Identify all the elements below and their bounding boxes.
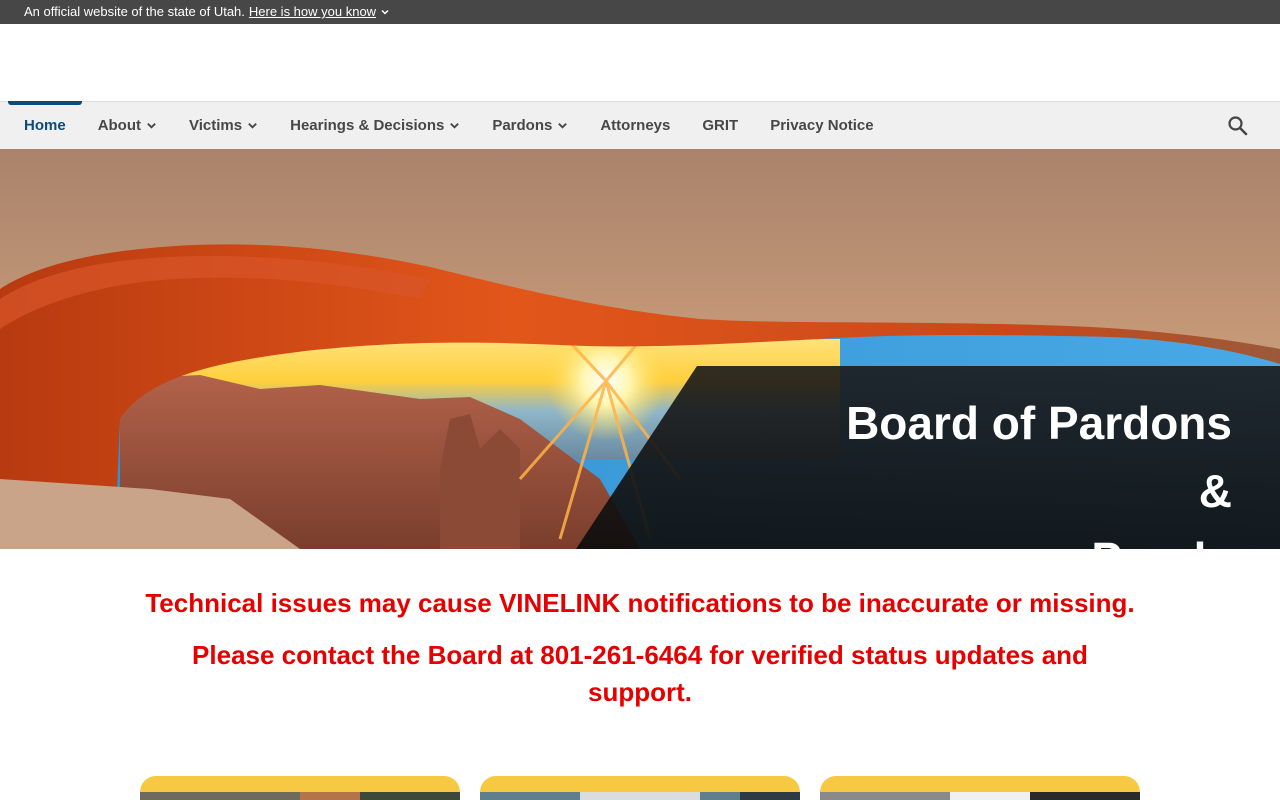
nav-label-victims: Victims <box>189 117 243 134</box>
hero-title: Board of Pardons & Parole <box>812 389 1232 549</box>
card-photo <box>140 792 460 800</box>
nav-item-privacy-notice[interactable]: Privacy Notice <box>754 102 889 150</box>
chevron-down-icon <box>147 123 156 129</box>
hero-title-line2: Parole <box>812 525 1232 549</box>
nav-label-attorneys: Attorneys <box>600 117 671 134</box>
hero-banner: Board of Pardons & Parole <box>0 149 1280 549</box>
chevron-down-icon <box>558 123 568 129</box>
feature-card[interactable] <box>140 776 460 800</box>
card-photo <box>480 792 800 800</box>
alert-line-contact-board: Please contact the Board at 801-261-6464… <box>192 640 1088 707</box>
hero-title-line1: Board of Pardons & <box>846 397 1232 517</box>
nav-label-pardons: Pardons <box>492 117 553 134</box>
search-icon[interactable] <box>1226 114 1250 138</box>
nav-item-hearings-decisions[interactable]: Hearings & Decisions <box>274 102 476 150</box>
feature-card[interactable] <box>480 776 800 800</box>
official-site-banner: An official website of the state of Utah… <box>0 0 1280 24</box>
nav-item-victims[interactable]: Victims <box>173 102 274 150</box>
service-alert: Technical issues may cause VINELINK noti… <box>0 549 1280 711</box>
nav-label-privacy: Privacy Notice <box>770 117 874 134</box>
chevron-down-icon <box>450 123 460 129</box>
chevron-down-icon <box>248 123 257 129</box>
nav-label-hearings: Hearings & Decisions <box>290 117 445 134</box>
nav-label-home: Home <box>24 117 66 134</box>
nav-label-grit: GRIT <box>702 117 739 134</box>
nav-item-home[interactable]: Home <box>8 100 82 150</box>
nav-item-grit[interactable]: GRIT <box>686 102 754 150</box>
chevron-down-icon <box>381 9 389 15</box>
card-photo <box>820 792 1140 800</box>
nav-item-about[interactable]: About <box>82 102 173 150</box>
site-header <box>0 24 1280 101</box>
nav-item-attorneys[interactable]: Attorneys <box>584 102 686 150</box>
how-you-know-label: Here is how you know <box>248 4 377 19</box>
how-you-know-link[interactable]: Here is how you know <box>249 0 390 24</box>
official-site-text: An official website of the state of Utah… <box>24 4 245 19</box>
main-navigation: Home About Victims Hearings & Decisions … <box>0 100 1280 150</box>
nav-label-about: About <box>97 117 142 134</box>
nav-item-pardons[interactable]: Pardons <box>476 102 584 150</box>
feature-cards <box>140 776 1140 800</box>
feature-card[interactable] <box>820 776 1140 800</box>
alert-line-technical-issues: Technical issues may cause VINELINK noti… <box>145 588 1135 618</box>
